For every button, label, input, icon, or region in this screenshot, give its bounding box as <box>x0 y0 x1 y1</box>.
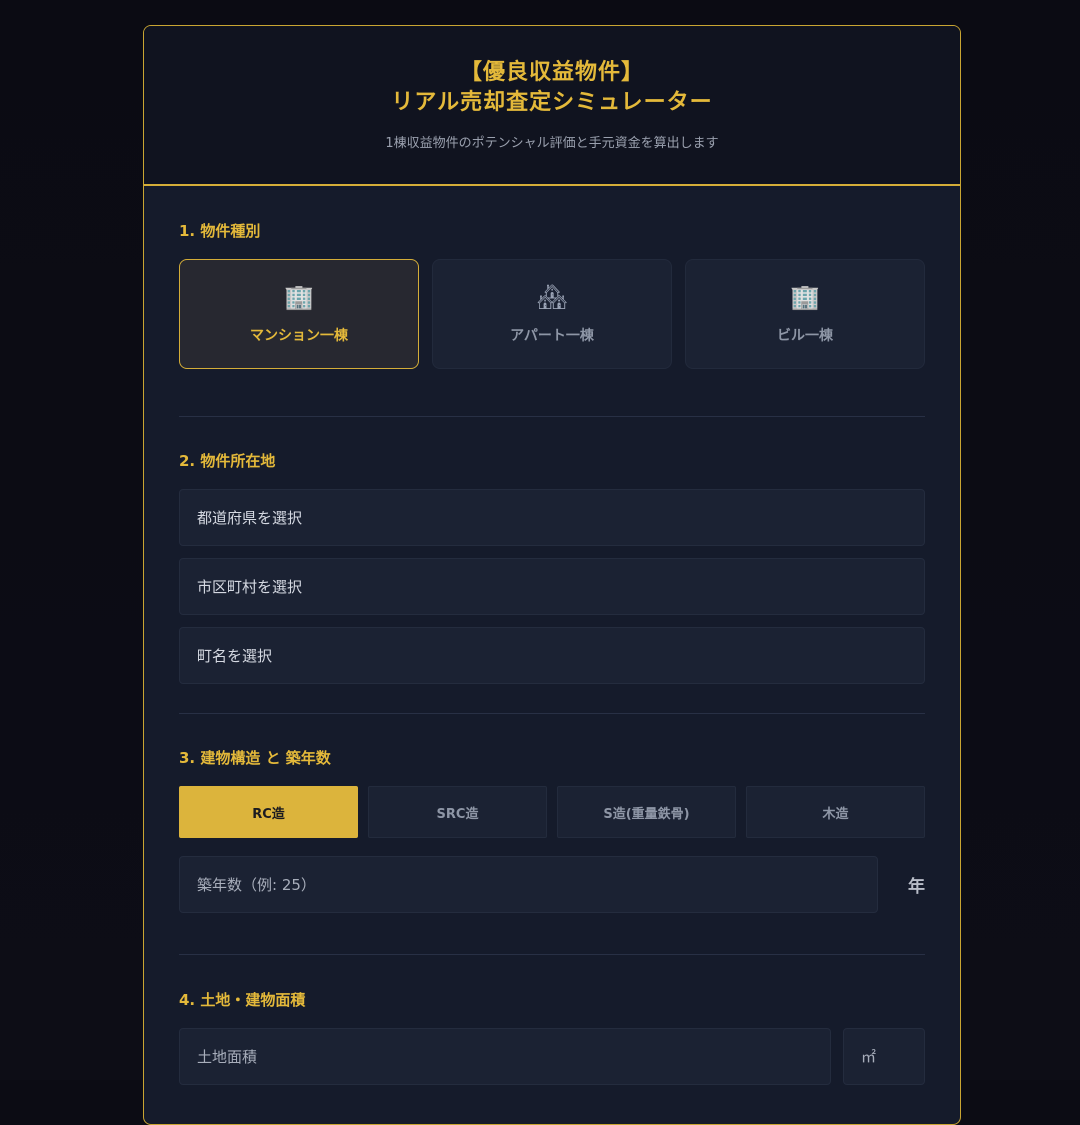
page-subtitle: 1棟収益物件のポテンシャル評価と手元資金を算出します <box>385 136 719 151</box>
simulator-card: 【優良収益物件】 リアル売却査定シミュレーター 1棟収益物件のポテンシャル評価と… <box>143 25 961 1125</box>
page-title-line1: 【優良収益物件】 <box>459 60 644 85</box>
property-type-label: マンション一棟 <box>250 328 348 344</box>
section-label-property-type: 1. 物件種別 <box>179 222 261 240</box>
building-age-row: 築年数（例: 25） 年 <box>179 856 925 913</box>
property-type-group: 🏢 マンション一棟 🏘 アパート一棟 🏢 ビル一棟 <box>179 259 925 369</box>
age-unit-label: 年 <box>908 877 925 897</box>
property-type-label: アパート一棟 <box>510 328 594 344</box>
structure-src-button[interactable]: SRC造 <box>368 786 547 838</box>
page-title-line2: リアル売却査定シミュレーター <box>391 90 713 115</box>
section-label-structure-age: 3. 建物構造 と 築年数 <box>179 749 331 767</box>
property-type-mansion-button[interactable]: 🏢 マンション一棟 <box>179 259 419 369</box>
land-area-input[interactable]: 土地面積 <box>179 1028 831 1085</box>
page-background: 【優良収益物件】 リアル売却査定シミュレーター 1棟収益物件のポテンシャル評価と… <box>0 0 1080 1125</box>
town-select[interactable]: 町名を選択 <box>179 627 925 684</box>
building-age-input[interactable]: 築年数（例: 25） <box>179 856 878 913</box>
form-body: 1. 物件種別 🏢 マンション一棟 🏘 アパート一棟 🏢 ビル一棟 2. 物件所… <box>144 186 960 1085</box>
structure-wood-button[interactable]: 木造 <box>746 786 925 838</box>
houses-icon: 🏘 <box>536 283 568 311</box>
structure-rc-button[interactable]: RC造 <box>179 786 358 838</box>
card-header: 【優良収益物件】 リアル売却査定シミュレーター 1棟収益物件のポテンシャル評価と… <box>144 26 960 186</box>
land-area-row: 土地面積 ㎡ <box>179 1028 925 1085</box>
section-label-location: 2. 物件所在地 <box>179 452 276 470</box>
building-icon: 🏢 <box>284 283 314 311</box>
property-type-apartment-button[interactable]: 🏘 アパート一棟 <box>432 259 672 369</box>
land-area-unit: ㎡ <box>843 1028 925 1085</box>
property-type-label: ビル一棟 <box>777 328 833 344</box>
structure-group: RC造 SRC造 S造(重量鉄骨) 木造 <box>179 786 925 838</box>
prefecture-select[interactable]: 都道府県を選択 <box>179 489 925 546</box>
structure-steel-button[interactable]: S造(重量鉄骨) <box>557 786 736 838</box>
property-type-building-button[interactable]: 🏢 ビル一棟 <box>685 259 925 369</box>
section-label-area: 4. 土地・建物面積 <box>179 991 306 1009</box>
building-icon: 🏢 <box>790 283 820 311</box>
city-select[interactable]: 市区町村を選択 <box>179 558 925 615</box>
